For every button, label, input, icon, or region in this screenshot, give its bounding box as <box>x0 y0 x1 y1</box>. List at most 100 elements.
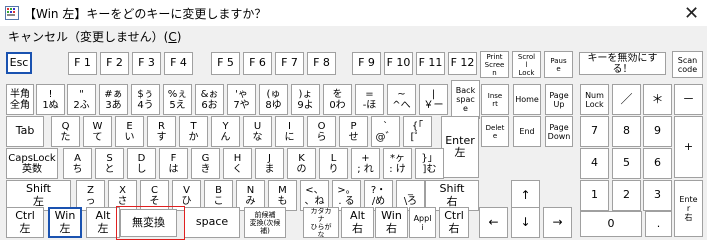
key-down[interactable]: ↓ <box>511 207 540 238</box>
key-n8[interactable]: (ゅ 8ゆ <box>259 84 288 115</box>
key-nplus[interactable]: + <box>674 116 703 178</box>
key-esc[interactable]: Esc <box>6 52 32 74</box>
key-n5[interactable]: %ぇ 5え <box>163 84 192 115</box>
key-end[interactable]: End <box>513 116 541 147</box>
key-left[interactable]: ← <box>479 207 508 238</box>
key-f7[interactable]: F 7 <box>275 52 304 75</box>
key-i[interactable]: Iに <box>275 116 304 147</box>
key-f[interactable]: Fは <box>159 148 188 179</box>
key-f5[interactable]: F 5 <box>211 52 240 75</box>
key-f12[interactable]: F 12 <box>448 52 477 75</box>
cancel-menu[interactable]: キャンセル（変更しません）(C) <box>8 28 181 45</box>
key-caret[interactable]: ~ ^へ <box>387 84 416 115</box>
key-f4[interactable]: F 4 <box>164 52 193 75</box>
key-n9[interactable]: )ょ 9よ <box>291 84 320 115</box>
key-g[interactable]: Gき <box>191 148 220 179</box>
key-n5k[interactable]: 5 <box>612 148 641 179</box>
key-n8k[interactable]: 8 <box>612 116 641 147</box>
key-pgdn[interactable]: Page Down <box>545 116 573 147</box>
key-n7k[interactable]: 7 <box>580 116 609 147</box>
key-at[interactable]: ` @゛ <box>371 116 400 147</box>
key-a[interactable]: Aち <box>63 148 92 179</box>
key-ctrll[interactable]: Ctrl 左 <box>6 207 44 238</box>
key-n0[interactable]: を 0わ <box>323 84 352 115</box>
key-prtsc[interactable]: Print Scree n <box>480 51 509 78</box>
key-ctrlr[interactable]: Ctrl 右 <box>439 207 469 238</box>
key-f1[interactable]: F 1 <box>68 52 97 75</box>
key-k[interactable]: Kの <box>287 148 316 179</box>
key-f9[interactable]: F 9 <box>352 52 381 75</box>
key-n4[interactable]: $ぅ 4う <box>131 84 160 115</box>
key-f11[interactable]: F 11 <box>416 52 445 75</box>
key-d[interactable]: Dし <box>127 148 156 179</box>
key-altr[interactable]: Alt 右 <box>341 207 374 238</box>
key-f2[interactable]: F 2 <box>100 52 129 75</box>
key-kana[interactable]: カタカナひらがな <box>303 207 339 238</box>
key-j[interactable]: Jま <box>255 148 284 179</box>
key-right[interactable]: → <box>543 207 572 238</box>
key-label: F 8 <box>313 56 330 70</box>
key-winr[interactable]: Win 右 <box>375 207 408 238</box>
key-ndot[interactable]: . <box>645 211 672 237</box>
key-y[interactable]: Yん <box>211 116 240 147</box>
key-f3[interactable]: F 3 <box>132 52 161 75</box>
key-semi[interactable]: +; れ <box>351 148 380 179</box>
key-f10[interactable]: F 10 <box>384 52 413 75</box>
key-nminus[interactable]: － <box>674 84 703 115</box>
key-nenter[interactable]: Ente r 右 <box>674 180 703 237</box>
key-scrlk[interactable]: Scrol l Lock <box>512 51 541 78</box>
key-h[interactable]: Hく <box>223 148 252 179</box>
key-numlock[interactable]: Num Lock <box>580 84 609 115</box>
key-apps[interactable]: Appl i <box>409 207 436 238</box>
key-u[interactable]: Uな <box>243 116 272 147</box>
key-t[interactable]: Tか <box>179 116 208 147</box>
key-back[interactable]: Back spac e <box>451 80 480 119</box>
key-minus[interactable]: = -ほ <box>355 84 384 115</box>
key-n1k[interactable]: 1 <box>580 180 609 211</box>
key-q[interactable]: Qた <box>51 116 80 147</box>
key-n3k[interactable]: 3 <box>643 180 672 211</box>
key-n6k[interactable]: 6 <box>643 148 672 179</box>
key-f6[interactable]: F 6 <box>243 52 272 75</box>
key-pause[interactable]: Paus e <box>544 51 573 78</box>
key-n1[interactable]: ! 1ぬ <box>36 84 65 115</box>
key-r[interactable]: Rす <box>147 116 176 147</box>
key-n3[interactable]: #ぁ 3あ <box>99 84 128 115</box>
key-home[interactable]: Home <box>513 84 541 115</box>
key-n2k[interactable]: 2 <box>612 180 641 211</box>
key-w[interactable]: Wて <box>83 116 112 147</box>
close-button[interactable]: ✕ <box>676 0 707 26</box>
key-n7[interactable]: 'ゃ 7や <box>227 84 256 115</box>
key-disable[interactable]: キーを無効にす る！ <box>579 52 666 75</box>
key-s[interactable]: Sと <box>95 148 124 179</box>
key-f8[interactable]: F 8 <box>307 52 336 75</box>
key-n9k[interactable]: 9 <box>643 116 672 147</box>
key-ins[interactable]: Inse rt <box>481 84 509 115</box>
key-nslash[interactable]: ／ <box>612 84 641 115</box>
key-scancode[interactable]: Scan code <box>672 51 703 78</box>
key-label: な <box>317 230 325 238</box>
key-n2[interactable]: " 2ふ <box>67 84 96 115</box>
key-pgup[interactable]: Page Up <box>545 84 573 115</box>
key-lbr[interactable]: {「 [゜ <box>403 116 432 147</box>
key-altl[interactable]: Alt 左 <box>86 207 120 238</box>
key-n0k[interactable]: 0 <box>580 211 642 237</box>
key-del[interactable]: Delet e <box>481 116 509 147</box>
key-henkan[interactable]: 前候補 変換(次候 補) <box>244 207 286 238</box>
key-e[interactable]: Eい <box>115 116 144 147</box>
key-enter[interactable]: Enter 左 <box>441 116 479 178</box>
key-n4k[interactable]: 4 <box>580 148 609 179</box>
key-nstar[interactable]: ＊ <box>643 84 672 115</box>
key-p[interactable]: Pせ <box>339 116 368 147</box>
key-rbr[interactable]: }」]む <box>415 148 444 179</box>
key-l[interactable]: Lり <box>319 148 348 179</box>
key-caps[interactable]: CapsLock 英数 <box>6 148 58 179</box>
key-hankaku[interactable]: 半角 全角 <box>6 84 34 115</box>
key-n6[interactable]: &ぉ 6お <box>195 84 224 115</box>
key-colon[interactable]: *ヶ: け <box>383 148 412 179</box>
key-winl[interactable]: Win 左 <box>48 207 82 238</box>
key-yen[interactable]: | ￥ー <box>419 84 448 115</box>
key-space[interactable]: space <box>184 207 240 238</box>
key-tab[interactable]: Tab <box>6 116 44 147</box>
key-o[interactable]: Oら <box>307 116 336 147</box>
